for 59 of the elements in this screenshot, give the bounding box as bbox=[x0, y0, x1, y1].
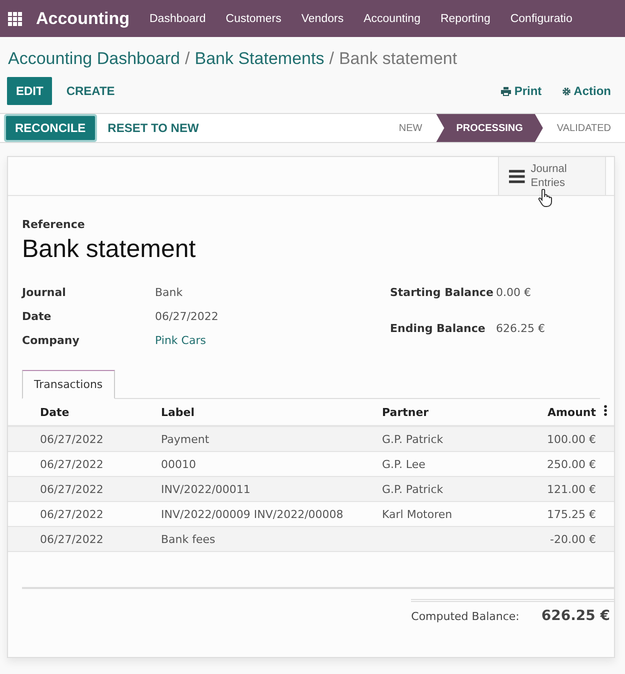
menu-item[interactable]: Configuratio bbox=[510, 12, 572, 24]
field-value: 626.25 € bbox=[496, 322, 546, 337]
print-button[interactable]: Print bbox=[494, 80, 549, 102]
field-label: Starting Balance bbox=[390, 286, 494, 301]
field-label: Company bbox=[22, 334, 80, 347]
more-options-icon[interactable] bbox=[604, 405, 606, 416]
stage-step[interactable]: NEW bbox=[384, 114, 436, 142]
table-cell: Karl Motoren bbox=[382, 508, 452, 520]
menu-item[interactable]: Reporting bbox=[440, 12, 490, 24]
breadcrumb-current: Bank statement bbox=[338, 49, 458, 69]
total-label: Computed Balance: bbox=[411, 610, 520, 622]
menu-item[interactable]: Vendors bbox=[301, 12, 344, 24]
field-value: Bank bbox=[155, 286, 184, 299]
table-row[interactable]: 06/27/2022 Bank fees -20.00 € bbox=[8, 526, 614, 552]
table-row[interactable]: 06/27/2022 INV/2022/00011 G.P. Patrick 121.00 € bbox=[8, 476, 614, 502]
table-cell: Payment bbox=[161, 426, 382, 452]
pointer-cursor-icon bbox=[538, 189, 552, 207]
menu-item[interactable]: Accounting bbox=[364, 12, 420, 24]
total-value: 626.25 € bbox=[541, 608, 610, 624]
field-value: 0.00 € bbox=[496, 286, 532, 301]
menu-icon bbox=[509, 168, 525, 184]
field-label: Reference bbox=[22, 218, 86, 231]
apps-grid-icon[interactable] bbox=[8, 12, 22, 26]
table-cell: 06/27/2022 bbox=[8, 526, 161, 552]
printer-icon bbox=[501, 86, 512, 96]
breadcrumb-link[interactable]: Accounting Dashboard bbox=[8, 49, 180, 69]
field-link[interactable]: Pink Cars bbox=[155, 334, 390, 347]
reconcile-button[interactable]: RECONCILE bbox=[6, 116, 95, 140]
table-cell: G.P. Patrick bbox=[382, 482, 444, 496]
field-label: Ending Balance bbox=[390, 322, 486, 337]
table-cell: 06/27/2022 bbox=[8, 476, 161, 502]
table-cell: G.P. Lee bbox=[382, 458, 426, 470]
field-value: 06/27/2022 bbox=[155, 310, 220, 323]
menu-item[interactable]: Dashboard bbox=[150, 12, 206, 24]
table-cell: G.P. Patrick bbox=[382, 432, 444, 446]
table-cell: INV/2022/00011 bbox=[161, 476, 382, 502]
table-row[interactable]: 06/27/2022 Payment G.P. Patrick 100.00 € bbox=[8, 426, 614, 452]
menu-item[interactable]: Customers bbox=[226, 12, 282, 24]
table-cell: Bank fees bbox=[161, 526, 382, 552]
journal-entries-button[interactable]: Journal Entries bbox=[498, 157, 606, 195]
gear-icon bbox=[562, 86, 571, 96]
app-name: Accounting bbox=[36, 8, 130, 28]
stage-step[interactable]: PROCESSING bbox=[436, 114, 543, 142]
table-cell: 06/27/2022 bbox=[8, 426, 161, 452]
action-button[interactable]: Action bbox=[554, 80, 618, 102]
field-label: Date bbox=[22, 310, 52, 323]
table-cell: 100.00 € bbox=[482, 426, 596, 452]
stage-step[interactable]: VALIDATED bbox=[542, 114, 625, 142]
breadcrumb-link[interactable]: Bank Statements bbox=[194, 49, 324, 69]
table-cell: 121.00 € bbox=[482, 476, 596, 502]
breadcrumb-separator: / bbox=[329, 49, 334, 69]
reset-button[interactable]: RESET TO NEW bbox=[98, 116, 208, 140]
table-cell: -20.00 € bbox=[482, 526, 596, 552]
tab[interactable]: Transactions bbox=[22, 370, 115, 399]
field-label: Journal bbox=[22, 286, 67, 299]
edit-button[interactable]: EDIT bbox=[7, 77, 52, 105]
create-button[interactable]: CREATE bbox=[58, 77, 123, 105]
breadcrumb-separator: / bbox=[185, 49, 190, 69]
record-title: Bank statement bbox=[22, 235, 197, 264]
